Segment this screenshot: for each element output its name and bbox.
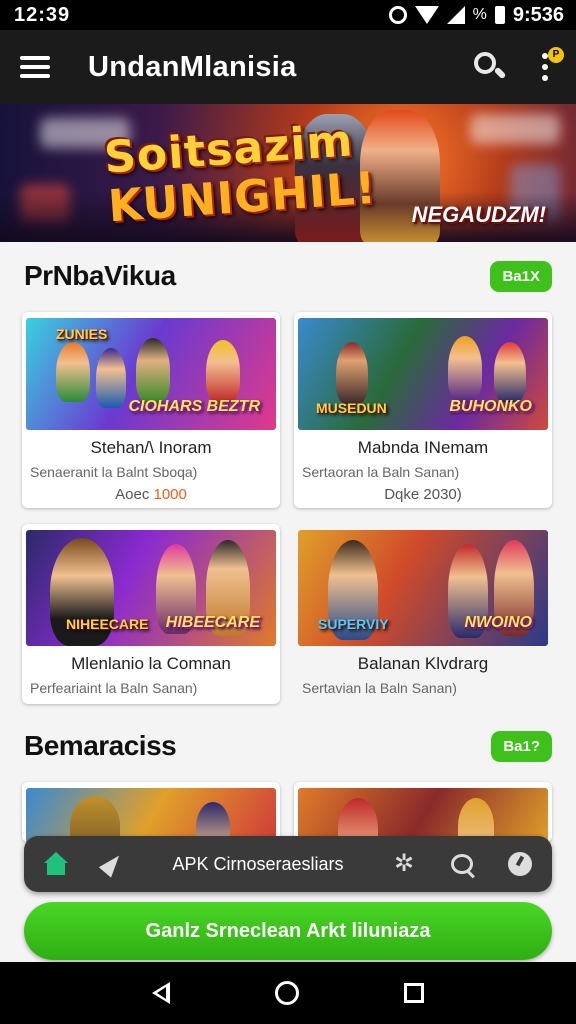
paper-plane-icon — [98, 850, 126, 878]
game-price: Dqke 2030) — [294, 486, 552, 503]
price-value: 1000 — [153, 486, 187, 503]
status-right-time: 9:536 — [512, 3, 564, 26]
section-pill-button[interactable]: Ba1X — [490, 260, 552, 292]
chat-icon — [451, 854, 473, 874]
game-art-text: NWOINO — [464, 614, 532, 631]
home-icon — [44, 852, 68, 876]
star-icon: ✲ — [393, 850, 415, 877]
hamburger-menu-icon[interactable] — [20, 56, 50, 78]
game-price: Aoec 1000 — [22, 486, 280, 503]
section-title: PrNbaVikua — [24, 260, 176, 291]
game-art-text-small: NIHEECARE — [66, 616, 149, 632]
notification-badge-icon: P — [548, 47, 564, 63]
nav-send[interactable] — [94, 846, 130, 882]
nav-favorites[interactable]: ✲ — [386, 846, 422, 882]
back-icon[interactable] — [152, 982, 171, 1004]
section-recommended: Bemaraciss Ba1? — [0, 726, 576, 766]
game-thumbnail: SUPERVIY NWOINO — [298, 530, 548, 646]
game-thumbnail: NIHEECARE HIBEECARE — [26, 530, 276, 646]
game-subtitle: Senaeranit la Balnt Sboqa) — [30, 464, 198, 480]
signal-icon — [446, 6, 465, 24]
game-title: Mabnda INemam — [357, 438, 489, 457]
price-prefix: Aoec — [115, 486, 154, 503]
nav-chat[interactable] — [444, 846, 480, 882]
game-card[interactable]: NIHEECARE HIBEECARE Mlenlanio la Comnan … — [22, 524, 280, 704]
recent-apps-icon[interactable] — [403, 983, 424, 1003]
data-saver-icon — [388, 6, 407, 24]
game-title: Stehan/\ Inoram — [90, 438, 212, 457]
download-cta-button[interactable]: Ganlz Srneclean Arkt liluniaza — [24, 902, 552, 960]
game-art-text: BUHONKO — [449, 398, 532, 415]
nav-dashboard[interactable] — [502, 846, 538, 882]
home-circle-icon[interactable] — [274, 981, 299, 1005]
status-time: 12:39 — [14, 3, 71, 26]
bottom-nav-bar: APK Cirnoseraesliars ✲ — [24, 836, 552, 892]
game-art-text-small: ZUNIES — [56, 326, 108, 342]
section-pill-button[interactable]: Ba1? — [491, 730, 552, 762]
game-title: Balanan Klvdrarg — [357, 654, 489, 673]
game-thumbnail — [26, 788, 276, 842]
app-title: UndanMlanisia — [88, 50, 297, 83]
status-icons: % 9:536 — [388, 3, 564, 27]
search-icon[interactable] — [472, 50, 507, 84]
nav-home[interactable] — [38, 846, 74, 882]
game-thumbnail — [298, 788, 548, 842]
section-title: Bemaraciss — [24, 730, 177, 761]
app-bar: UndanMlanisia P — [0, 30, 576, 104]
game-subtitle: Perfeariaint la Baln Sanan) — [30, 680, 198, 696]
hero-banner[interactable]: Soitsazim KUNIGHIL! NEGAUDZM! — [0, 104, 576, 242]
game-art-text-small: MUSEDUN — [316, 400, 387, 416]
dial-icon — [508, 852, 532, 876]
game-art-text: CIOHARS BEZTR — [128, 398, 260, 415]
more-options-icon[interactable]: P — [534, 47, 564, 87]
game-subtitle: Sertavian la Baln Sanan) — [302, 680, 457, 696]
game-card[interactable] — [22, 782, 280, 842]
hero-corner-text: NEGAUDZM! — [411, 202, 546, 227]
battery-icon — [494, 6, 505, 24]
game-art-text: HIBEECARE — [165, 614, 260, 631]
game-card[interactable]: ZUNIES CIOHARS BEZTR Stehan/\ Inoram Sen… — [22, 312, 280, 508]
game-thumbnail: ZUNIES CIOHARS BEZTR — [26, 318, 276, 430]
battery-percent: % — [472, 6, 487, 23]
system-nav-bar — [0, 962, 576, 1024]
section-popular: PrNbaVikua Ba1X — [0, 256, 576, 296]
game-card[interactable]: MUSEDUN BUHONKO Mabnda INemam Sertaoran … — [294, 312, 552, 508]
game-art-text-small: SUPERVIY — [318, 616, 389, 632]
wifi-icon — [414, 6, 439, 24]
price-prefix: Dqke — [384, 486, 424, 503]
game-title: Mlenlanio la Comnan — [71, 654, 231, 673]
price-value: 2030) — [423, 486, 462, 503]
game-card[interactable] — [294, 782, 552, 842]
game-subtitle: Sertaoran la Baln Sanan) — [302, 464, 460, 480]
game-card[interactable]: SUPERVIY NWOINO Balanan Klvdrarg Sertavi… — [294, 524, 552, 704]
nav-label: APK Cirnoseraesliars — [172, 853, 344, 874]
status-bar: 12:39 % 9:536 — [0, 0, 576, 30]
game-thumbnail: MUSEDUN BUHONKO — [298, 318, 548, 430]
